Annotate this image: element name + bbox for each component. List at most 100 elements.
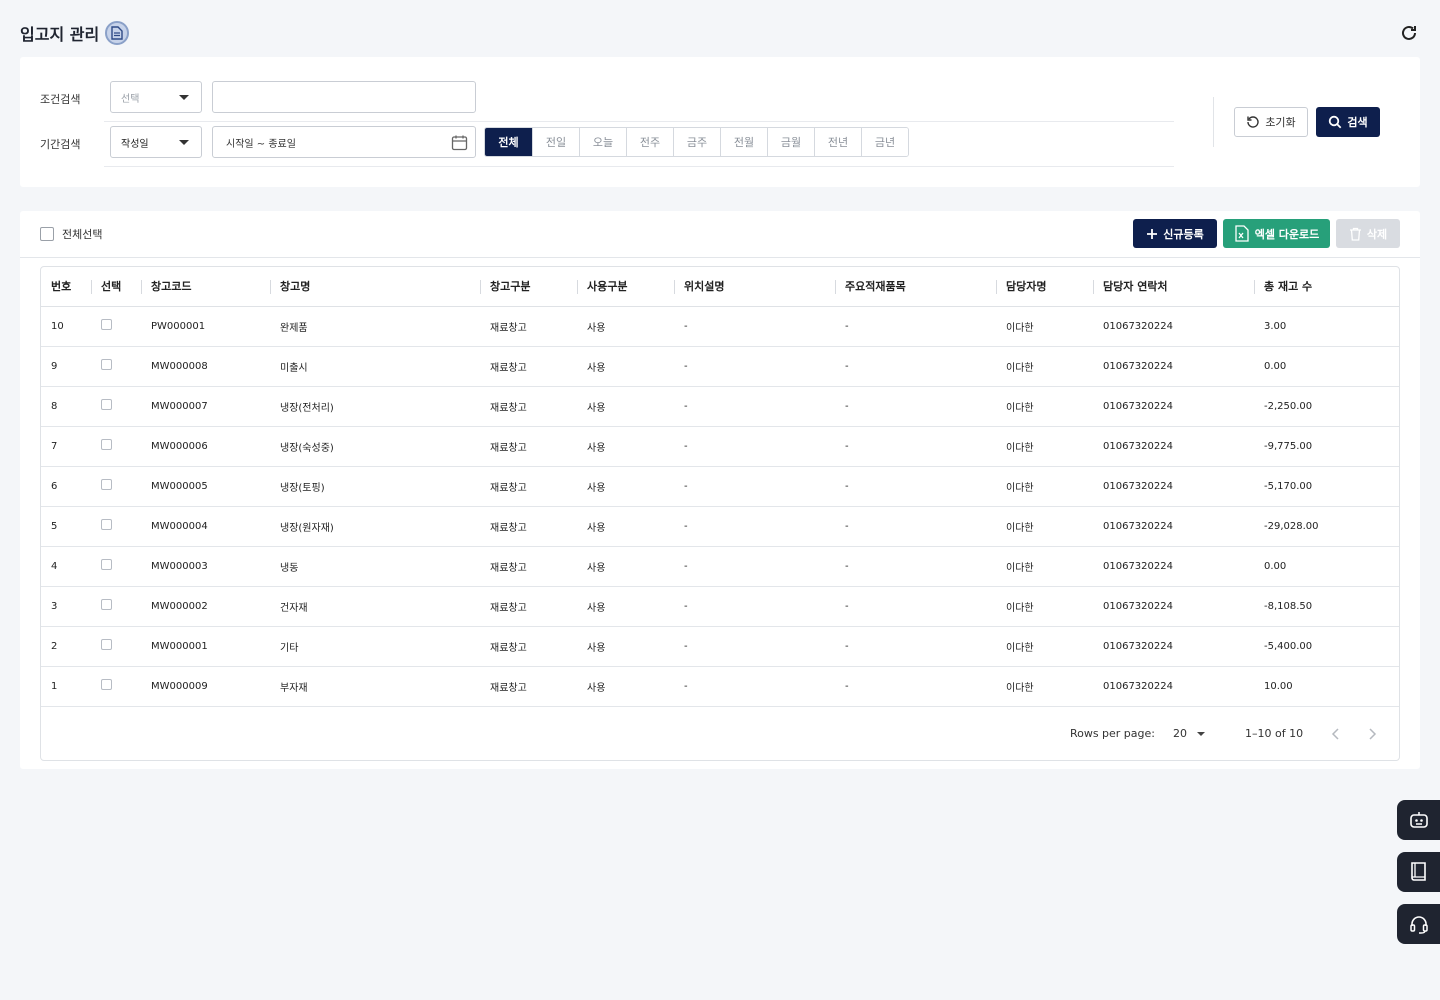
- cell-code: MW000009: [141, 666, 270, 707]
- date-range-input[interactable]: 시작일 ~ 종료일: [212, 126, 476, 158]
- column-header: 총 재고 수: [1254, 267, 1399, 307]
- row-select-cell: [91, 386, 141, 427]
- table-row[interactable]: 2 MW000001 기타 재료창고 사용 - - 이다한 01067320224 -5,400.…: [41, 626, 1399, 667]
- table-row[interactable]: 9 MW000008 미출시 재료창고 사용 - - 이다한 01067320224 0.00: [41, 346, 1399, 387]
- rows-per-page-value: 20: [1173, 727, 1187, 740]
- cell-use: 사용: [577, 466, 674, 507]
- row-checkbox[interactable]: [101, 319, 112, 330]
- cell-type: 재료창고: [480, 466, 577, 507]
- cell-location: -: [674, 426, 835, 467]
- row-checkbox[interactable]: [101, 519, 112, 530]
- cell-no: 7: [41, 426, 91, 467]
- cell-manager: 이다한: [996, 466, 1093, 507]
- reset-button[interactable]: 초기화: [1234, 107, 1308, 137]
- toolbar-divider: [20, 257, 1420, 258]
- period-button[interactable]: 전월: [720, 128, 767, 156]
- condition-search-label: 조건검색: [40, 93, 81, 106]
- column-header: 위치설명: [674, 267, 835, 307]
- cell-code: MW000004: [141, 506, 270, 547]
- table-row[interactable]: 8 MW000007 냉장(전처리) 재료창고 사용 - - 이다한 01067320224 -2…: [41, 386, 1399, 427]
- row-checkbox[interactable]: [101, 599, 112, 610]
- column-header-label: 선택: [101, 280, 122, 294]
- support-button[interactable]: [1397, 904, 1440, 944]
- checkbox[interactable]: [40, 227, 54, 241]
- rows-per-page-select[interactable]: 20: [1173, 727, 1225, 740]
- table-row[interactable]: 4 MW000003 냉동 재료창고 사용 - - 이다한 01067320224 0.00: [41, 546, 1399, 587]
- column-header: 담당자명: [996, 267, 1093, 307]
- row-select-cell: [91, 346, 141, 387]
- cell-location: -: [674, 386, 835, 427]
- cell-type: 재료창고: [480, 386, 577, 427]
- cell-items: -: [835, 546, 996, 587]
- cell-manager: 이다한: [996, 386, 1093, 427]
- cell-type: 재료창고: [480, 306, 577, 347]
- select-all-checkbox[interactable]: 전체선택: [40, 226, 102, 242]
- cell-code: MW000005: [141, 466, 270, 507]
- chevron-left-icon[interactable]: [1321, 719, 1351, 749]
- period-button[interactable]: 금주: [673, 128, 720, 156]
- condition-select[interactable]: 선택: [110, 81, 202, 113]
- cell-items: -: [835, 586, 996, 627]
- cell-no: 9: [41, 346, 91, 387]
- period-button[interactable]: 전체: [485, 128, 532, 156]
- chevron-down-icon: [179, 140, 189, 145]
- cell-code: MW000007: [141, 386, 270, 427]
- table-row[interactable]: 7 MW000006 냉장(숙성중) 재료창고 사용 - - 이다한 01067320224 -9…: [41, 426, 1399, 467]
- cell-phone: 01067320224: [1093, 586, 1254, 627]
- manual-button[interactable]: [1397, 852, 1440, 892]
- column-header-label: 담당자 연락처: [1103, 280, 1168, 294]
- chatbot-button[interactable]: [1397, 800, 1440, 840]
- cell-name: 부자재: [270, 666, 480, 707]
- new-register-button[interactable]: 신규등록: [1133, 219, 1217, 248]
- robot-icon: [1409, 812, 1428, 828]
- column-separator: [1093, 280, 1094, 294]
- table-row[interactable]: 1 MW000009 부자재 재료창고 사용 - - 이다한 01067320224 10.00: [41, 666, 1399, 707]
- period-button[interactable]: 전주: [626, 128, 673, 156]
- cell-code: MW000006: [141, 426, 270, 467]
- cell-phone: 01067320224: [1093, 626, 1254, 667]
- cell-use: 사용: [577, 626, 674, 667]
- table-row[interactable]: 3 MW000002 건자재 재료창고 사용 - - 이다한 01067320224 -8,108…: [41, 586, 1399, 627]
- row-checkbox[interactable]: [101, 359, 112, 370]
- cell-name: 기타: [270, 626, 480, 667]
- period-button[interactable]: 금월: [767, 128, 814, 156]
- chevron-down-icon: [179, 95, 189, 100]
- cell-items: -: [835, 426, 996, 467]
- row-checkbox[interactable]: [101, 559, 112, 570]
- table-row[interactable]: 10 PW000001 완제품 재료창고 사용 - - 이다한 01067320224 3.00: [41, 306, 1399, 347]
- column-separator: [835, 280, 836, 294]
- table-row[interactable]: 5 MW000004 냉장(원자재) 재료창고 사용 - - 이다한 01067320224 -2…: [41, 506, 1399, 547]
- row-checkbox[interactable]: [101, 439, 112, 450]
- cell-code: MW000003: [141, 546, 270, 587]
- cell-no: 8: [41, 386, 91, 427]
- column-header-label: 사용구분: [587, 280, 628, 294]
- period-search-label: 기간검색: [40, 138, 81, 151]
- cell-use: 사용: [577, 586, 674, 627]
- chevron-right-icon[interactable]: [1357, 719, 1387, 749]
- delete-button[interactable]: 삭제: [1336, 219, 1400, 248]
- row-checkbox[interactable]: [101, 679, 112, 690]
- row-checkbox[interactable]: [101, 399, 112, 410]
- plus-icon: [1147, 228, 1158, 239]
- period-select[interactable]: 작성일: [110, 126, 202, 158]
- period-button[interactable]: 금년: [861, 128, 908, 156]
- table-row[interactable]: 6 MW000005 냉장(토핑) 재료창고 사용 - - 이다한 01067320224 -5,…: [41, 466, 1399, 507]
- search-button[interactable]: 검색: [1316, 107, 1380, 137]
- column-header: 담당자 연락처: [1093, 267, 1254, 307]
- column-header: 주요적재품목: [835, 267, 996, 307]
- cell-type: 재료창고: [480, 586, 577, 627]
- refresh-icon[interactable]: [1398, 22, 1420, 44]
- cell-type: 재료창고: [480, 426, 577, 467]
- cell-location: -: [674, 346, 835, 387]
- cell-no: 1: [41, 666, 91, 707]
- cell-type: 재료창고: [480, 626, 577, 667]
- calendar-icon[interactable]: [451, 134, 468, 154]
- excel-download-button[interactable]: 엑셀 다운로드: [1223, 219, 1330, 248]
- period-button[interactable]: 전년: [814, 128, 861, 156]
- document-icon[interactable]: [105, 21, 130, 45]
- period-button[interactable]: 전일: [532, 128, 579, 156]
- row-checkbox[interactable]: [101, 479, 112, 490]
- row-checkbox[interactable]: [101, 639, 112, 650]
- period-button[interactable]: 오늘: [579, 128, 626, 156]
- condition-search-input[interactable]: [212, 81, 476, 113]
